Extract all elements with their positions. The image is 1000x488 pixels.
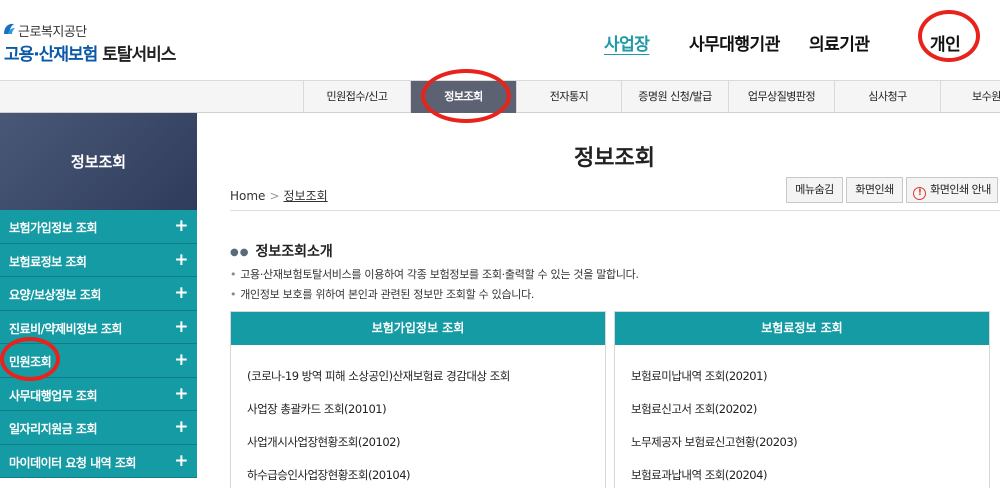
logo-service-dark: 토탈서비스 bbox=[102, 45, 176, 65]
card-link[interactable]: 노무제공자 보험료신고현황(20203) bbox=[631, 434, 798, 450]
sidebar-item-complaint[interactable]: 민원조회 + bbox=[0, 344, 197, 378]
print-button[interactable]: 화면인쇄 bbox=[846, 177, 903, 203]
sidebar-item-mydata[interactable]: 마이데이터 요청 내역 조회 + bbox=[0, 444, 197, 478]
plus-icon[interactable]: + bbox=[174, 317, 188, 337]
sidebar-menu: 보험가입정보 조회 + 보험료정보 조회 + 요양/보상정보 조회 + 진료비/약제비… bbox=[0, 210, 197, 478]
gnb-info-inquiry[interactable]: 정보조회 bbox=[410, 81, 516, 113]
header: 근로복지공단 고용·산재보험 토탈서비스 사업장 사무대행기관 의료기관 개인 bbox=[0, 0, 1000, 80]
card-link[interactable]: 사업장 총괄카드 조회(20101) bbox=[247, 401, 387, 417]
chevron-right-icon: > bbox=[269, 189, 280, 203]
sidebar-title: 정보조회 bbox=[70, 153, 127, 171]
plus-icon[interactable]: + bbox=[174, 417, 188, 437]
card-premium-info: 보험료정보 조회 보험료미납내역 조회(20201) 보험료신고서 조회(202… bbox=[614, 311, 990, 488]
card-title: 보험료정보 조회 bbox=[615, 312, 989, 345]
sidebar-item-label: 요양/보상정보 조회 bbox=[9, 288, 101, 302]
card-insurance-enrollment: 보험가입정보 조회 (코로나-19 방역 피해 소상공인)산재보험료 경감대상 … bbox=[230, 311, 606, 488]
intro-section-title: ●● 정보조회소개 bbox=[230, 241, 333, 261]
plus-icon[interactable]: + bbox=[174, 350, 188, 370]
main-nav-bar: 민원접수/신고 정보조회 전자통지 증명원 신청/발급 업무상질병판정 심사청구… bbox=[0, 80, 1000, 113]
top-nav-agency[interactable]: 사무대행기관 bbox=[689, 30, 780, 55]
sidebar-item-label: 사무대행업무 조회 bbox=[9, 388, 98, 403]
sidebar-item-care-compensation[interactable]: 요양/보상정보 조회 + bbox=[0, 277, 197, 311]
card-link[interactable]: (코로나-19 방역 피해 소상공인)산재보험료 경감대상 조회 bbox=[247, 368, 510, 384]
logo-org-name: 근로복지공단 bbox=[18, 25, 87, 40]
card-link[interactable]: 보험료신고서 조회(20202) bbox=[631, 401, 757, 417]
sidebar-item-label: 진료비/약제비정보 조회 bbox=[9, 321, 122, 336]
card-title: 보험가입정보 조회 bbox=[231, 312, 605, 345]
gnb-certificate[interactable]: 증명원 신청/발급 bbox=[621, 81, 728, 113]
sidebar-item-medical-fee[interactable]: 진료비/약제비정보 조회 + bbox=[0, 310, 197, 344]
sidebar-item-job-subsidy[interactable]: 일자리지원금 조회 + bbox=[0, 411, 197, 445]
top-nav-personal[interactable]: 개인 bbox=[930, 30, 961, 55]
card-link[interactable]: 하수급승인사업장현황조회(20104) bbox=[247, 467, 411, 483]
bullet-dots-icon: ●● bbox=[230, 247, 250, 258]
card-link[interactable]: 보험료미납내역 조회(20201) bbox=[631, 368, 767, 384]
gnb-wage-one-click[interactable]: 보수원클릭 bbox=[940, 81, 1000, 113]
sidebar-item-insurance-enrollment[interactable]: 보험가입정보 조회 + bbox=[0, 210, 197, 244]
print-guide-button[interactable]: ! 화면인쇄 안내 bbox=[906, 177, 998, 203]
sidebar-item-label: 일자리지원금 조회 bbox=[9, 422, 98, 436]
sidebar-item-agency-work[interactable]: 사무대행업무 조회 + bbox=[0, 377, 197, 411]
intro-title-text: 정보조회소개 bbox=[255, 244, 333, 260]
plus-icon[interactable]: + bbox=[174, 250, 188, 270]
top-nav-medical[interactable]: 의료기관 bbox=[809, 30, 870, 55]
logo-icon bbox=[4, 23, 15, 34]
sidebar-item-label: 보험가입정보 조회 bbox=[9, 221, 98, 235]
alert-icon: ! bbox=[913, 187, 927, 200]
intro-line: • 고용·산재보험토탈서비스를 이용하여 각종 보험정보를 조회·출력할 수 있는… bbox=[230, 266, 639, 282]
card-link[interactable]: 보험료과납내역 조회(20204) bbox=[631, 467, 767, 483]
gnb-complaint-filing[interactable]: 민원접수/신고 bbox=[303, 81, 410, 113]
intro-line-text: 고용·산재보험토탈서비스를 이용하여 각종 보험정보를 조회·출력할 수 있는 … bbox=[240, 268, 639, 281]
gnb-review-request[interactable]: 심사청구 bbox=[834, 81, 940, 113]
breadcrumb: Home > 정보조회 bbox=[230, 187, 328, 204]
gnb-e-notice[interactable]: 전자통지 bbox=[516, 81, 621, 113]
sidebar-header: 정보조회 bbox=[0, 113, 197, 210]
intro-line-text: 개인정보 보호를 위하여 본인과 관련된 정보만 조회할 수 있습니다. bbox=[240, 288, 535, 301]
bullet-icon: • bbox=[230, 288, 237, 301]
gnb-occupational-disease[interactable]: 업무상질병판정 bbox=[728, 81, 834, 113]
plus-icon[interactable]: + bbox=[174, 283, 188, 303]
logo-service-name: 고용·산재보험 토탈서비스 bbox=[4, 40, 176, 65]
breadcrumb-home[interactable]: Home bbox=[230, 189, 265, 203]
logo-service-blue: 고용·산재보험 bbox=[4, 45, 98, 65]
plus-icon[interactable]: + bbox=[174, 216, 188, 236]
card-link[interactable]: 사업개시사업장현황조회(20102) bbox=[247, 434, 400, 450]
sidebar-item-premium-info[interactable]: 보험료정보 조회 + bbox=[0, 243, 197, 277]
sidebar-item-label: 민원조회 bbox=[9, 355, 52, 369]
page-title: 정보조회 bbox=[574, 146, 655, 171]
plus-icon[interactable]: + bbox=[174, 451, 188, 471]
plus-icon[interactable]: + bbox=[174, 384, 188, 404]
sidebar-item-label: 마이데이터 요청 내역 조회 bbox=[9, 455, 136, 470]
sidebar-item-label: 보험료정보 조회 bbox=[9, 254, 87, 269]
bullet-icon: • bbox=[230, 268, 237, 281]
intro-line: • 개인정보 보호를 위하여 본인과 관련된 정보만 조회할 수 있습니다. bbox=[230, 286, 534, 302]
breadcrumb-current[interactable]: 정보조회 bbox=[284, 189, 328, 203]
top-nav-workplace[interactable]: 사업장 bbox=[604, 30, 650, 55]
page: 근로복지공단 고용·산재보험 토탈서비스 사업장 사무대행기관 의료기관 개인 … bbox=[0, 0, 1000, 488]
hide-menu-button[interactable]: 메뉴숨김 bbox=[786, 177, 843, 203]
print-guide-label: 화면인쇄 안내 bbox=[930, 183, 991, 196]
divider bbox=[230, 210, 1000, 211]
